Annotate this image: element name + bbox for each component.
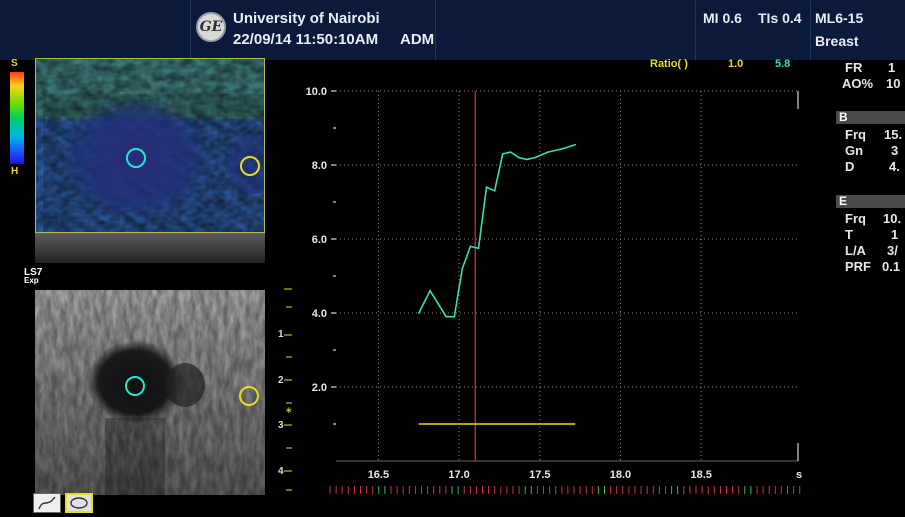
header-blank-cell [0,0,191,60]
depth-label-2: 2 [278,375,284,386]
mi-readout: MI 0.6 [703,10,742,26]
bmode-image[interactable] [35,290,265,495]
b-d-value: 4. [889,159,900,174]
data-point [526,158,528,161]
data-point [469,245,472,248]
strain-ratio-series-line [418,143,576,318]
fr-label: FR [845,60,863,75]
data-point [429,290,431,292]
e-frq-value: 10. [883,211,902,226]
x-axis-ticks: 16.5 17.0 17.5 18.0 18.5 s [368,469,802,481]
ao-value: 10 [886,76,901,91]
operator-id: ADM [400,31,435,48]
elastography-texture [36,59,264,232]
y-tick-label: 8.0 [312,160,327,172]
b-gn-value: 3 [891,143,899,158]
elasticity-colorbar [10,72,24,164]
mode-sub-label: Exp [24,276,39,285]
data-point [485,186,488,188]
y-tick-label: 4.0 [312,308,327,320]
b-frq-label: Frq [845,127,866,142]
chart-marks [417,91,577,461]
e-la-value: 3/ [887,243,898,258]
data-point [518,156,520,159]
ge-logo-icon: GE [196,12,226,42]
depth-label-4: 4 [278,466,284,477]
elasto-section: E [836,194,905,208]
b-gn-label: Gn [845,143,864,158]
x-axis-unit-label: s [796,469,802,481]
ellipse-tool-button[interactable] [65,493,93,513]
header-bar: GE University of Nairobi 22/09/14 11:50:… [0,0,905,60]
header-info-cell [190,0,436,60]
y-tick-label: 6.0 [312,234,327,246]
tis-readout: TIs 0.4 [758,10,802,26]
header-power-cell [695,0,811,60]
e-t-label: T [845,227,853,242]
colorbar-soft-label: S [11,58,18,69]
bmode-marker-reference[interactable] [239,386,259,406]
preset-name: Breast [815,33,859,49]
trace-tool-button[interactable] [33,493,61,513]
data-point [563,147,565,150]
x-tick-label: 18.5 [690,469,711,481]
header-spacer-cell [435,0,696,60]
data-point [509,151,512,153]
elastography-bmode-strip [35,233,265,263]
strain-ratio-chart: 2.0 4.0 6.0 8.0 10.0 16.5 17.0 17.5 18.0 18.5 s [306,86,802,494]
data-point [501,153,504,155]
data-point [534,156,536,159]
elasto-section-label: E [839,194,848,208]
chart-frame [329,91,801,494]
data-point [547,151,549,153]
e-frq-label: Frq [845,211,866,226]
x-tick-label: 17.5 [529,469,550,481]
institution-name: University of Nairobi [233,10,380,27]
y-axis-ticks: 2.0 4.0 6.0 8.0 10.0 [306,86,336,425]
roi-marker-reference[interactable] [240,156,260,176]
x-tick-label: 18.0 [610,469,631,481]
roi-marker-lesion[interactable] [126,148,146,168]
probe-name: ML6-15 [815,10,864,26]
e-la-label: L/A [845,243,866,258]
chart-grid [336,90,798,461]
ellipse-icon [70,497,88,509]
b-mode-section: B [836,110,905,124]
trace-pen-icon [38,496,56,510]
e-t-value: 1 [891,227,899,242]
data-point [453,315,456,318]
x-tick-label: 17.0 [448,469,469,481]
bmode-marker-lesion[interactable] [125,376,145,396]
fr-value: 1 [888,60,896,75]
exam-datetime: 22/09/14 11:50:10AM [233,31,379,48]
y-tick-label: 2.0 [312,382,327,394]
data-point [417,312,420,314]
y-tick-label: 10.0 [306,86,327,98]
depth-label-3: 3 [278,420,284,431]
elastography-image[interactable] [35,58,265,233]
data-point [445,315,447,318]
b-mode-section-label: B [839,110,848,124]
depth-label-1: 1 [278,329,284,340]
ao-label: AO% [842,76,874,91]
colorbar-hard-label: H [11,166,19,177]
b-frq-value: 15. [884,127,903,142]
bmode-texture [35,290,265,495]
e-prf-label: PRF [845,259,871,274]
data-point [574,143,577,146]
data-point [477,247,480,250]
data-point [461,267,464,270]
b-d-label: D [845,159,855,174]
data-point [493,190,496,192]
x-tick-label: 16.5 [368,469,389,481]
e-prf-value: 0.1 [882,259,901,274]
